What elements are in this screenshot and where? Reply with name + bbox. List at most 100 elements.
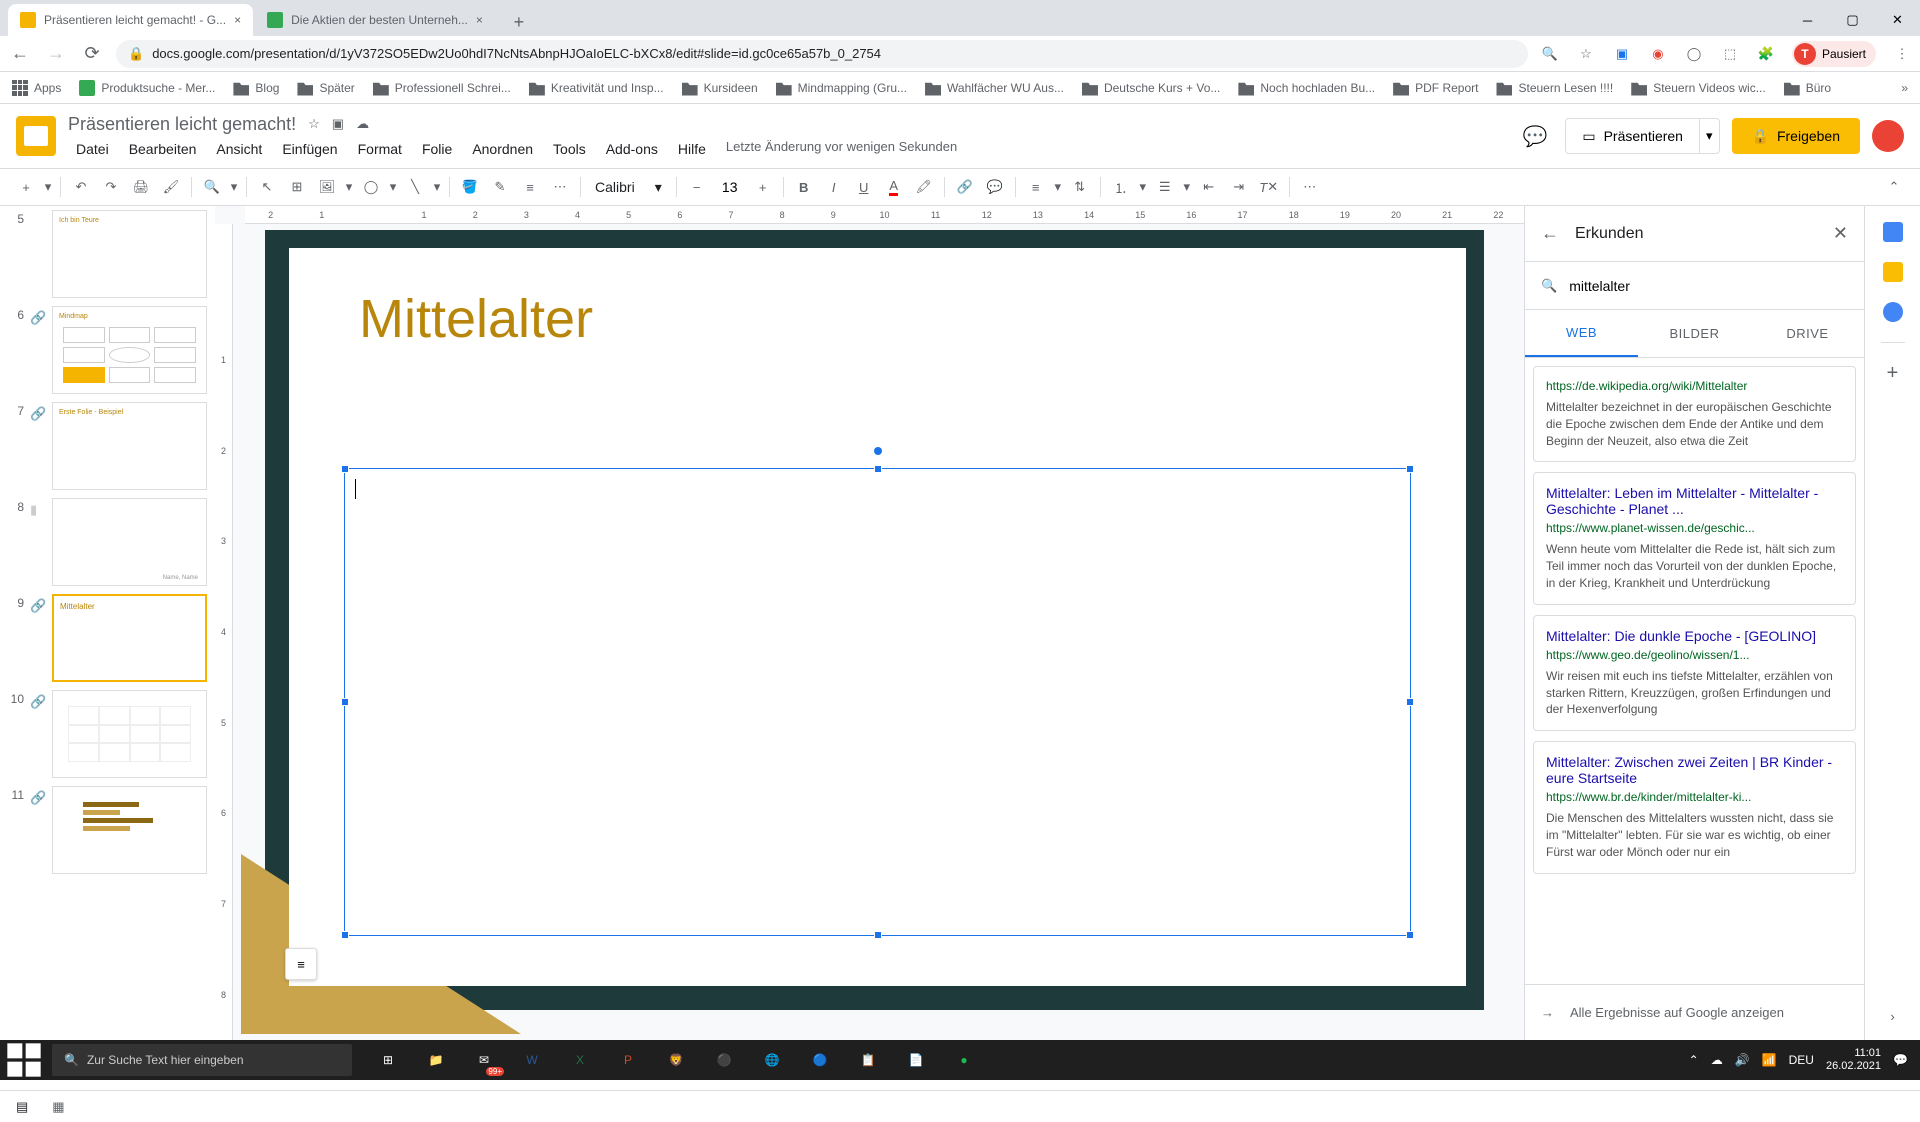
menu-addons[interactable]: Add-ons <box>598 139 666 159</box>
tray-expand-icon[interactable]: ⌃ <box>1689 1053 1699 1067</box>
reload-button[interactable]: ⟳ <box>80 42 104 66</box>
clear-formatting-button[interactable]: T✕ <box>1255 173 1283 201</box>
add-addon-button[interactable]: + <box>1883 363 1903 383</box>
explore-results[interactable]: https://de.wikipedia.org/wiki/Mittelalte… <box>1525 358 1864 984</box>
comments-icon[interactable]: 💬 <box>1517 118 1553 154</box>
close-window-button[interactable]: ✕ <box>1875 4 1920 36</box>
tray-cloud-icon[interactable]: ☁ <box>1711 1053 1723 1067</box>
bookmark-folder[interactable]: Büro <box>1784 80 1831 96</box>
bookmark-star-icon[interactable]: ☆ <box>1576 44 1596 64</box>
bookmark-item[interactable]: Produktsuche - Mer... <box>79 80 215 96</box>
explore-search-box[interactable]: 🔍 <box>1525 262 1864 310</box>
comment-button[interactable]: 💬 <box>981 173 1009 201</box>
explore-tab-images[interactable]: BILDER <box>1638 310 1751 357</box>
menu-file[interactable]: Datei <box>68 139 117 159</box>
browser-tab-active[interactable]: Präsentieren leicht gemacht! - G... × <box>8 4 253 36</box>
resize-handle[interactable] <box>341 931 349 939</box>
slide-canvas[interactable]: Mittelalter <box>265 230 1484 1010</box>
profile-badge[interactable]: T Pausiert <box>1792 41 1876 67</box>
doc-title[interactable]: Präsentieren leicht gemacht! <box>68 114 296 135</box>
slide-thumb-active[interactable]: 9 🔗 Mittelalter <box>8 594 207 682</box>
bookmark-folder[interactable]: Blog <box>233 80 279 96</box>
search-result[interactable]: https://de.wikipedia.org/wiki/Mittelalte… <box>1533 366 1856 462</box>
menu-insert[interactable]: Einfügen <box>274 139 345 159</box>
collapse-side-panel[interactable]: › <box>1890 1009 1894 1024</box>
new-tab-button[interactable]: + <box>505 8 533 36</box>
tray-volume-icon[interactable]: 🔊 <box>1735 1053 1750 1067</box>
maximize-button[interactable]: ▢ <box>1830 4 1875 36</box>
menu-edit[interactable]: Bearbeiten <box>121 139 205 159</box>
zoom-icon[interactable]: 🔍 <box>1540 44 1560 64</box>
taskbar-spotify[interactable]: ● <box>940 1040 988 1080</box>
shape-dropdown[interactable]: ▾ <box>387 173 399 201</box>
highlight-button[interactable]: 🖍 <box>910 173 938 201</box>
filmstrip[interactable]: 5 Ich bin Teure 6 🔗 Mindmap 7 🔗 Erste Fo… <box>0 206 215 1040</box>
image-dropdown[interactable]: ▾ <box>343 173 355 201</box>
present-button[interactable]: ▭Präsentieren ▾ <box>1565 118 1719 154</box>
extensions-puzzle-icon[interactable]: 🧩 <box>1756 44 1776 64</box>
close-tab-icon[interactable]: × <box>476 13 483 27</box>
slide-thumb[interactable]: 7 🔗 Erste Folie - Beispiel <box>8 402 207 490</box>
browser-tab[interactable]: Die Aktien der besten Unterneh... × <box>255 4 495 36</box>
slide-thumb[interactable]: 11 🔗 <box>8 786 207 874</box>
tray-notifications-icon[interactable]: 💬 <box>1893 1053 1908 1067</box>
close-tab-icon[interactable]: × <box>234 13 241 27</box>
taskbar-chrome[interactable]: 🌐 <box>748 1040 796 1080</box>
taskbar-word[interactable]: W <box>508 1040 556 1080</box>
bookmark-folder[interactable]: Später <box>297 80 354 96</box>
border-color-button[interactable]: ✎ <box>486 173 514 201</box>
increase-indent-button[interactable]: ⇥ <box>1225 173 1253 201</box>
calendar-icon[interactable] <box>1883 222 1903 242</box>
rotate-handle[interactable] <box>874 447 882 455</box>
search-result[interactable]: Mittelalter: Zwischen zwei Zeiten | BR K… <box>1533 741 1856 873</box>
bold-button[interactable]: B <box>790 173 818 201</box>
resize-handle[interactable] <box>1406 698 1414 706</box>
bookmark-folder[interactable]: Steuern Videos wic... <box>1631 80 1766 96</box>
textbox-tool[interactable]: ⊞ <box>283 173 311 201</box>
resize-handle[interactable] <box>874 465 882 473</box>
chrome-menu-icon[interactable]: ⋮ <box>1892 44 1912 64</box>
share-button[interactable]: 🔒 Freigeben <box>1732 118 1860 154</box>
slide-thumb[interactable]: 5 Ich bin Teure <box>8 210 207 298</box>
border-dash-button[interactable]: ⋯ <box>546 173 574 201</box>
menu-slide[interactable]: Folie <box>414 139 460 159</box>
decrease-font-button[interactable]: − <box>683 173 711 201</box>
bookmark-folder[interactable]: Steuern Lesen !!!! <box>1496 80 1613 96</box>
bulleted-list-dropdown[interactable]: ▾ <box>1181 173 1193 201</box>
bookmark-folder[interactable]: PDF Report <box>1393 80 1478 96</box>
taskbar-powerpoint[interactable]: P <box>604 1040 652 1080</box>
explore-tab-drive[interactable]: DRIVE <box>1751 310 1864 357</box>
back-button[interactable]: ← <box>8 42 32 66</box>
slide-content[interactable]: Mittelalter <box>289 248 1466 986</box>
taskbar-app[interactable]: 📄 <box>892 1040 940 1080</box>
menu-help[interactable]: Hilfe <box>670 139 714 159</box>
bookmark-folder[interactable]: Wahlfächer WU Aus... <box>925 80 1064 96</box>
taskbar-excel[interactable]: X <box>556 1040 604 1080</box>
font-family-select[interactable]: Calibri▾ <box>587 179 670 196</box>
image-tool[interactable]: 🖼 <box>313 173 341 201</box>
bookmark-folder[interactable]: Deutsche Kurs + Vo... <box>1082 80 1220 96</box>
tray-language[interactable]: DEU <box>1789 1053 1814 1067</box>
line-spacing-button[interactable]: ⇅ <box>1066 173 1094 201</box>
extension-icon[interactable]: ◯ <box>1684 44 1704 64</box>
resize-handle[interactable] <box>1406 931 1414 939</box>
bookmark-folder[interactable]: Kursideen <box>682 80 758 96</box>
explore-footer-link[interactable]: → Alle Ergebnisse auf Google anzeigen <box>1525 984 1864 1040</box>
present-dropdown[interactable]: ▾ <box>1699 119 1719 153</box>
slide-title-text[interactable]: Mittelalter <box>359 288 593 350</box>
taskbar-explorer[interactable]: 📁 <box>412 1040 460 1080</box>
taskbar-mail[interactable]: ✉99+ <box>460 1040 508 1080</box>
task-view-button[interactable]: ⊞ <box>364 1040 412 1080</box>
tray-clock[interactable]: 11:01 26.02.2021 <box>1826 1047 1881 1073</box>
extension-icon[interactable]: ◉ <box>1648 44 1668 64</box>
select-tool[interactable]: ↖ <box>253 173 281 201</box>
last-edit-text[interactable]: Letzte Änderung vor wenigen Sekunden <box>726 139 957 159</box>
tray-wifi-icon[interactable]: 📶 <box>1762 1053 1777 1067</box>
fill-color-button[interactable]: 🪣 <box>456 173 484 201</box>
account-avatar[interactable] <box>1872 120 1904 152</box>
apps-button[interactable]: Apps <box>12 80 61 96</box>
bookmark-folder[interactable]: Noch hochladen Bu... <box>1238 80 1375 96</box>
tasks-icon[interactable] <box>1883 302 1903 322</box>
numbered-list-button[interactable]: ⒈ <box>1107 173 1135 201</box>
taskbar-obs[interactable]: ⚫ <box>700 1040 748 1080</box>
